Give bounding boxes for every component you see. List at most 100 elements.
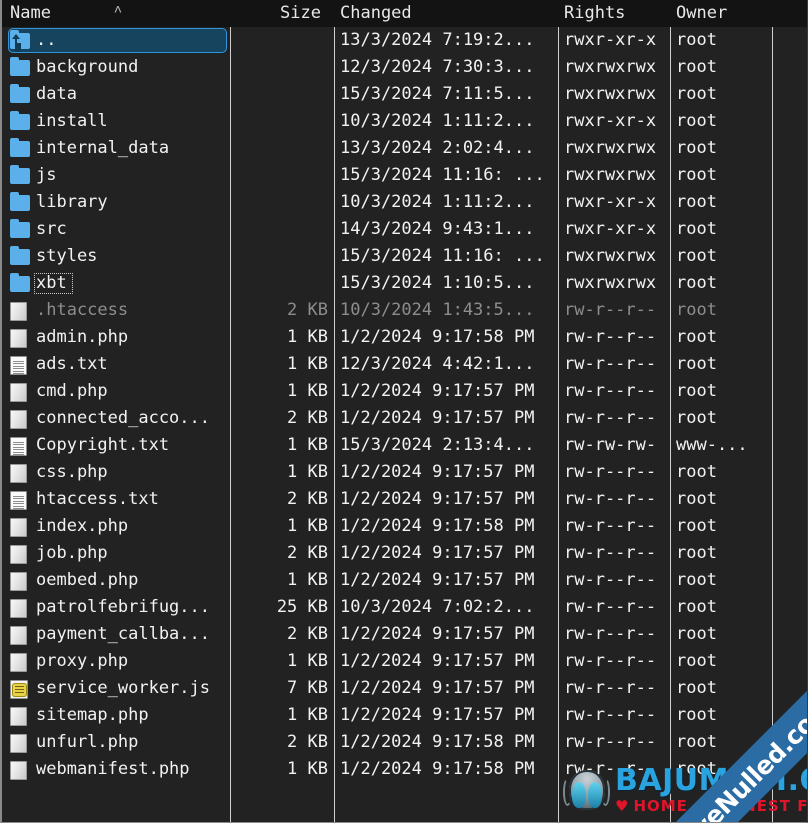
file-changed-cell: 13/3/2024 7:19:2...: [340, 30, 535, 50]
file-name-cell[interactable]: src: [36, 216, 226, 243]
table-row[interactable]: cmd.php 1 KB 1/2/2024 9:17:57 PM rw-r--r-- r…: [2, 378, 807, 405]
column-divider-name-size[interactable]: [230, 27, 231, 822]
file-rights-cell: rw-r--r--: [564, 381, 657, 401]
file-name-cell[interactable]: Copyright.txt: [36, 432, 226, 459]
file-name-cell[interactable]: index.php: [36, 513, 226, 540]
table-row[interactable]: patrolfebrifug... 25 KB 10/3/2024 7:02:2..…: [2, 594, 807, 621]
table-row[interactable]: job.php 2 KB 1/2/2024 9:17:57 PM rw-r--r-- r…: [2, 540, 807, 567]
file-name-cell[interactable]: job.php: [36, 540, 226, 567]
beetle-logo-icon: [562, 766, 612, 814]
file-changed-cell: 10/3/2024 1:11:2...: [340, 192, 535, 212]
folder-icon: [10, 111, 30, 130]
table-row[interactable]: internal_data 13/3/2024 2:02:4... rwxrwxrw…: [2, 135, 807, 162]
file-size-cell: 25 KB: [276, 597, 328, 617]
file-name-cell[interactable]: proxy.php: [36, 648, 226, 675]
column-divider-owner-end[interactable]: [772, 27, 773, 822]
folder-icon: [10, 165, 30, 184]
file-changed-cell: 15/3/2024 11:16: ...: [340, 246, 545, 266]
file-icon: [10, 329, 27, 348]
file-name-cell[interactable]: install: [36, 108, 226, 135]
text-file-icon: [10, 437, 27, 456]
file-size-cell: 2 KB: [287, 408, 328, 428]
file-name-cell[interactable]: service_worker.js: [36, 675, 226, 702]
file-name-cell[interactable]: background: [36, 54, 226, 81]
file-rights-cell: rwxrwxrwx: [564, 84, 657, 104]
table-row[interactable]: library 10/3/2024 1:11:2... rwxr-xr-x root: [2, 189, 807, 216]
table-row[interactable]: payment_callba... 2 KB 1/2/2024 9:17:57 PM…: [2, 621, 807, 648]
file-name-cell[interactable]: js: [36, 162, 226, 189]
table-row[interactable]: admin.php 1 KB 1/2/2024 9:17:58 PM rw-r--r-…: [2, 324, 807, 351]
table-row[interactable]: .. 13/3/2024 7:19:2... rwxr-xr-x root: [2, 27, 807, 54]
table-row[interactable]: css.php 1 KB 1/2/2024 9:17:57 PM rw-r--r-- r…: [2, 459, 807, 486]
table-row[interactable]: sitemap.php 1 KB 1/2/2024 9:17:57 PM rw-r--…: [2, 702, 807, 729]
file-rights-cell: rwxrwxrwx: [564, 165, 657, 185]
column-header-name[interactable]: Name: [10, 0, 51, 27]
file-owner-cell: root: [676, 138, 717, 158]
file-changed-cell: 1/2/2024 9:17:58 PM: [340, 759, 535, 779]
table-row[interactable]: ads.txt 1 KB 12/3/2024 4:42:1... rw-r--r-- r…: [2, 351, 807, 378]
file-name-cell[interactable]: webmanifest.php: [36, 756, 226, 783]
file-name-cell[interactable]: payment_callba...: [36, 621, 226, 648]
table-row[interactable]: unfurl.php 2 KB 1/2/2024 9:17:58 PM rw-r--r…: [2, 729, 807, 756]
file-name-cell[interactable]: styles: [36, 243, 226, 270]
file-owner-cell: root: [676, 165, 717, 185]
column-header-changed[interactable]: Changed: [340, 0, 412, 27]
table-row[interactable]: proxy.php 1 KB 1/2/2024 9:17:57 PM rw-r--r-…: [2, 648, 807, 675]
table-row[interactable]: oembed.php 1 KB 1/2/2024 9:17:57 PM rw-r--r…: [2, 567, 807, 594]
file-icon: [10, 518, 27, 537]
file-size-cell: [234, 27, 328, 54]
column-header-owner[interactable]: Owner: [676, 0, 727, 27]
table-row[interactable]: data 15/3/2024 7:11:5... rwxrwxrwx root: [2, 81, 807, 108]
column-header-rights[interactable]: Rights: [564, 0, 625, 27]
file-name-cell[interactable]: data: [36, 81, 226, 108]
file-icon: [10, 410, 27, 429]
file-name-cell[interactable]: connected_acco...: [36, 405, 226, 432]
table-row[interactable]: xbt 15/3/2024 1:10:5... rwxrwxrwx root: [2, 270, 807, 297]
table-row[interactable]: styles 15/3/2024 11:16: ... rwxrwxrwx root: [2, 243, 807, 270]
sort-ascending-chevron-icon[interactable]: ˄: [109, 3, 127, 17]
table-row[interactable]: .htaccess 2 KB 10/3/2024 1:43:5... rw-r--r-…: [2, 297, 807, 324]
file-name-cell[interactable]: htaccess.txt: [36, 486, 226, 513]
file-size-cell: 1 KB: [287, 327, 328, 347]
file-icon: [10, 383, 27, 402]
file-size-cell: [234, 81, 328, 108]
file-name-cell[interactable]: css.php: [36, 459, 226, 486]
table-row[interactable]: htaccess.txt 2 KB 1/2/2024 9:17:57 PM rw-r-…: [2, 486, 807, 513]
file-name-cell[interactable]: unfurl.php: [36, 729, 226, 756]
file-rights-cell: rw-r--r--: [564, 732, 657, 752]
file-name-cell[interactable]: internal_data: [36, 135, 226, 162]
column-divider-changed-rights[interactable]: [558, 27, 559, 822]
file-rights-cell: rw-r--r--: [564, 624, 657, 644]
table-row[interactable]: install 10/3/2024 1:11:2... rwxr-xr-x root: [2, 108, 807, 135]
table-row[interactable]: service_worker.js 7 KB 1/2/2024 9:17:57 PM…: [2, 675, 807, 702]
table-row[interactable]: js 15/3/2024 11:16: ... rwxrwxrwx root: [2, 162, 807, 189]
table-row[interactable]: background 12/3/2024 7:30:3... rwxrwxrwx ro…: [2, 54, 807, 81]
file-size-cell: 2 KB: [287, 489, 328, 509]
file-name-cell[interactable]: .htaccess: [36, 297, 226, 324]
file-name-cell[interactable]: xbt: [36, 270, 226, 297]
file-size-cell: [234, 189, 328, 216]
file-name-cell[interactable]: sitemap.php: [36, 702, 226, 729]
file-owner-cell: root: [676, 624, 717, 644]
table-row[interactable]: Copyright.txt 1 KB 15/3/2024 2:13:4... rw-r…: [2, 432, 807, 459]
file-rights-cell: rw-r--r--: [564, 489, 657, 509]
file-size-cell: 1 KB: [287, 570, 328, 590]
file-rights-cell: rw-r--r--: [564, 570, 657, 590]
file-name-cell[interactable]: oembed.php: [36, 567, 226, 594]
table-row[interactable]: connected_acco... 2 KB 1/2/2024 9:17:57 PM…: [2, 405, 807, 432]
file-name-cell[interactable]: ads.txt: [36, 351, 226, 378]
file-icon: [10, 464, 27, 483]
file-size-cell: [234, 270, 328, 297]
folder-icon: [10, 57, 30, 76]
file-name-cell[interactable]: patrolfebrifug...: [36, 594, 226, 621]
table-row[interactable]: index.php 1 KB 1/2/2024 9:17:58 PM rw-r--r-…: [2, 513, 807, 540]
file-list[interactable]: .. 13/3/2024 7:19:2... rwxr-xr-x root backgr…: [2, 27, 807, 822]
file-name-cell[interactable]: cmd.php: [36, 378, 226, 405]
column-divider-size-changed[interactable]: [334, 27, 335, 822]
column-divider-rights-owner[interactable]: [670, 27, 671, 822]
file-name-cell[interactable]: admin.php: [36, 324, 226, 351]
table-row[interactable]: src 14/3/2024 9:43:1... rwxr-xr-x root: [2, 216, 807, 243]
file-name-cell[interactable]: ..: [36, 27, 226, 54]
file-name-cell[interactable]: library: [36, 189, 226, 216]
column-header-size[interactable]: Size: [280, 0, 321, 27]
